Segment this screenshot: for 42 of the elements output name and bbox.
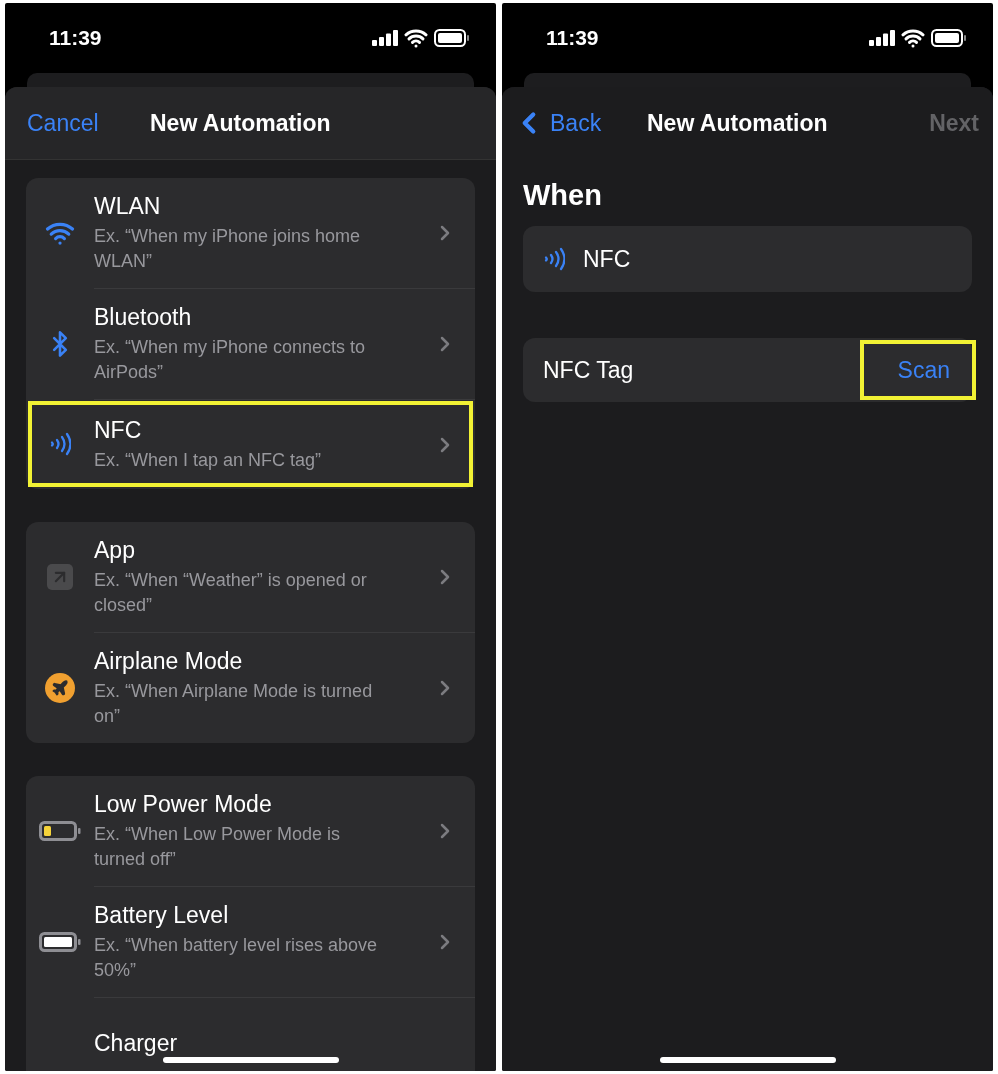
scan-button[interactable]: Scan — [859, 340, 976, 400]
trigger-example: Ex. “When Low Power Mode is turned off” — [94, 823, 342, 871]
signal-icon — [372, 30, 398, 46]
section-title: When — [522, 178, 603, 213]
battery-icon — [39, 931, 81, 952]
cancel-button[interactable]: Cancel — [27, 109, 99, 137]
status-time: 11:39 — [546, 26, 599, 50]
trigger-example: Ex. “When “Weather” is opened or closed” — [94, 569, 368, 617]
trigger-row[interactable]: Airplane Mode Ex. “When Airplane Mode is turned on” — [26, 632, 475, 743]
screen-title: New Automation — [150, 109, 331, 137]
trigger-row[interactable]: Low Power Mode Ex. “When Low Power Mode is turned off” — [26, 776, 475, 886]
trigger-title: Battery Level — [94, 901, 229, 929]
airplane-icon — [45, 672, 75, 703]
screen-title: New Automation — [647, 109, 828, 137]
trigger-title: App — [94, 536, 135, 564]
trigger-example: Ex. “When Airplane Mode is turned on” — [94, 680, 374, 728]
back-button[interactable]: Back — [524, 106, 602, 140]
status-time: 11:39 — [49, 26, 102, 50]
trigger-title: Airplane Mode — [94, 647, 243, 675]
trigger-title: Bluetooth — [94, 303, 192, 331]
nfc-icon — [49, 432, 71, 456]
low-battery-icon — [39, 821, 81, 841]
trigger-row[interactable]: WLAN Ex. “When my iPhone joins home WLAN” — [26, 178, 475, 288]
trigger-title: WLAN — [94, 192, 161, 220]
app-icon — [47, 564, 73, 590]
trigger-row[interactable]: Bluetooth Ex. “When my iPhone connects to AirPods” — [26, 288, 475, 399]
trigger-row[interactable]: Battery Level Ex. “When battery level rises above 50%” — [26, 886, 475, 997]
trigger-label: NFC — [583, 245, 631, 273]
signal-icon — [869, 30, 895, 46]
trigger-example: Ex. “When my iPhone joins home WLAN” — [94, 225, 362, 273]
trigger-example: Ex. “When I tap an NFC tag” — [94, 449, 323, 472]
trigger-title: Charger — [94, 1028, 178, 1057]
trigger-example: Ex. “When my iPhone connects to AirPods” — [94, 336, 367, 384]
tag-label: NFC Tag — [543, 356, 634, 384]
trigger-row[interactable]: NFC Ex. “When I tap an NFC tag” — [26, 399, 475, 489]
trigger-title: NFC — [94, 416, 142, 444]
trigger-row[interactable]: App Ex. “When “Weather” is opened or closed” — [26, 522, 475, 632]
trigger-example: Ex. “When battery level rises above 50%” — [94, 934, 379, 982]
battery-icon — [931, 29, 967, 47]
trigger-title: Low Power Mode — [94, 790, 272, 818]
nfc-icon — [543, 247, 565, 271]
battery-icon — [434, 29, 470, 47]
